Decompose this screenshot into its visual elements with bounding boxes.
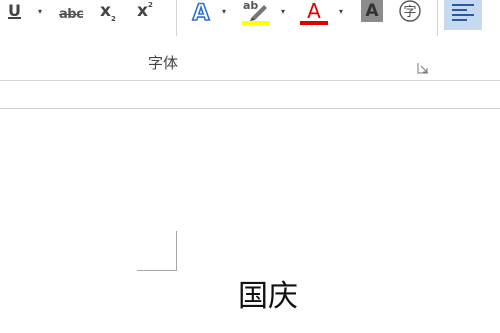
- underline-dropdown-icon[interactable]: ▾: [38, 8, 42, 16]
- underline-icon: U: [8, 1, 21, 20]
- highlight-button[interactable]: ab: [240, 0, 274, 26]
- font-group-label: 字体: [147, 54, 178, 72]
- text-effects-icon: A: [192, 0, 211, 27]
- ribbon-separator: [176, 0, 177, 36]
- align-left-icon: [452, 4, 474, 21]
- document-text[interactable]: 国庆: [238, 277, 298, 317]
- dialog-launcher-icon: [417, 63, 428, 74]
- underline-button[interactable]: U: [8, 1, 26, 23]
- svg-text:A: A: [307, 0, 321, 23]
- enclose-characters-button[interactable]: 字: [397, 0, 423, 24]
- highlight-dropdown-icon[interactable]: ▾: [281, 8, 285, 16]
- character-shading-icon: A: [365, 1, 379, 21]
- strikethrough-icon: abc: [59, 7, 84, 22]
- enclose-characters-icon: 字: [399, 0, 421, 22]
- font-color-icon: A: [300, 0, 328, 25]
- text-effects-dropdown-icon[interactable]: ▾: [222, 8, 226, 16]
- superscript-icon: x: [137, 1, 148, 21]
- font-color-dropdown-icon[interactable]: ▾: [339, 8, 343, 16]
- highlighter-icon: ab: [242, 0, 270, 25]
- subscript-icon: x: [100, 1, 111, 21]
- svg-text:A: A: [192, 1, 209, 24]
- highlight-color-bar: [242, 21, 270, 25]
- margin-corner-mark: [137, 231, 177, 271]
- ribbon-font-group: U ▾ abc x2 x2 A ▾ ab ▾ A ▾ A 字 字体: [0, 0, 500, 81]
- subscript-button[interactable]: x2: [100, 1, 124, 23]
- font-dialog-launcher[interactable]: [417, 59, 429, 74]
- superscript-button[interactable]: x2: [137, 1, 163, 23]
- strikethrough-button[interactable]: abc: [59, 3, 89, 22]
- subscript-mark: 2: [110, 15, 116, 23]
- character-shading-button[interactable]: A: [361, 0, 383, 22]
- font-color-button[interactable]: A: [298, 0, 332, 26]
- font-color-bar: [300, 21, 328, 25]
- word-window: U ▾ abc x2 x2 A ▾ ab ▾ A ▾ A 字 字体 国庆: [0, 0, 500, 333]
- align-left-button[interactable]: [444, 0, 482, 30]
- svg-text:ab: ab: [243, 0, 258, 12]
- ribbon-separator: [437, 0, 438, 36]
- superscript-mark: 2: [147, 1, 153, 9]
- text-effects-button[interactable]: A: [188, 0, 214, 27]
- svg-text:字: 字: [403, 5, 416, 20]
